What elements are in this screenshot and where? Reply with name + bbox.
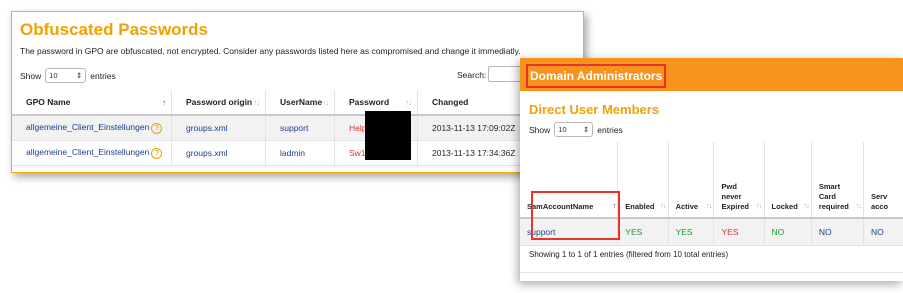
gpo-name-link[interactable]: allgemeine_Client_Einstellungen — [26, 122, 149, 132]
sort-asc-icon: ↑ — [162, 98, 166, 107]
entries-select-value: 10 — [49, 71, 58, 80]
smart-card-required-cell: NO — [811, 218, 864, 246]
entries-select[interactable]: 10 ⇕ — [554, 122, 594, 137]
password-origin-cell: groups.xml — [171, 115, 266, 141]
samaccountname-highlight-box — [531, 191, 620, 240]
show-label: Show — [529, 124, 551, 135]
enabled-cell: YES — [617, 218, 669, 246]
column-header-pwd-never-expired[interactable]: Pwd never Expired ↑↓ — [713, 142, 765, 219]
locked-cell: NO — [764, 218, 812, 246]
column-header-locked[interactable]: Locked ↑↓ — [764, 142, 812, 219]
gpo-name-link[interactable]: allgemeine_Client_Einstellungen — [26, 147, 149, 157]
sort-icon: ↑↓ — [855, 201, 861, 210]
username-cell: support — [265, 115, 335, 141]
show-entries: Show 10 ⇕ entries — [529, 122, 623, 137]
table-info-footer: Showing 1 to 1 of 1 entries (filtered fr… — [529, 250, 729, 259]
column-header-service-account[interactable]: Serv acco — [863, 142, 903, 219]
entries-label: entries — [90, 70, 116, 81]
show-label: Show — [20, 70, 42, 81]
gpo-name-cell: allgemeine_Client_Einstellungen? — [12, 115, 172, 141]
entries-label: entries — [597, 124, 623, 135]
panel-title: Obfuscated Passwords — [20, 20, 209, 39]
select-arrows-icon: ⇕ — [582, 125, 590, 134]
entries-select-value: 10 — [558, 125, 567, 134]
column-header-active[interactable]: Active ↑↓ — [668, 142, 715, 219]
table-header-row: GPO Name ↑ Password origin ↑↓ UserName ↑… — [12, 90, 583, 116]
select-arrows-icon: ⇕ — [75, 71, 83, 80]
column-header-smart-card-required[interactable]: Smart Card required ↑↓ — [811, 142, 864, 219]
entries-select[interactable]: 10 ⇕ — [45, 68, 87, 83]
sort-icon: ↑↓ — [322, 98, 329, 107]
sort-icon: ↑↓ — [660, 201, 666, 210]
obfuscated-passwords-panel: Obfuscated Passwords The password in GPO… — [11, 11, 584, 173]
help-icon[interactable]: ? — [151, 147, 163, 159]
gpo-password-table: GPO Name ↑ Password origin ↑↓ UserName ↑… — [12, 90, 583, 166]
sort-icon: ↑↓ — [803, 201, 809, 210]
help-icon[interactable]: ? — [151, 122, 163, 134]
table-row: allgemeine_Client_Einstellungen? groups.… — [12, 140, 583, 166]
active-cell: YES — [668, 218, 715, 246]
panel-description: The password in GPO are obfuscated, not … — [20, 46, 521, 56]
column-header-gpo-name[interactable]: GPO Name ↑ — [12, 90, 172, 116]
sort-icon: ↑↓ — [705, 201, 712, 210]
panel-header: Domain Administrators — [520, 58, 903, 91]
sort-icon: ↑↓ — [405, 98, 412, 107]
panel-title: Domain Administrators — [526, 64, 667, 88]
show-entries: Show 10 ⇕ entries — [20, 68, 116, 83]
domain-administrators-panel: Domain Administrators Direct User Member… — [520, 58, 903, 281]
column-header-password-origin[interactable]: Password origin ↑↓ — [171, 90, 266, 116]
divider — [520, 272, 903, 273]
sort-icon: ↑↓ — [253, 98, 260, 107]
table-row: allgemeine_Client_Einstellungen? groups.… — [12, 115, 583, 141]
service-account-cell: NO — [863, 218, 903, 246]
sort-icon: ↑↓ — [756, 201, 762, 210]
column-header-enabled[interactable]: Enabled ↑↓ — [617, 142, 669, 219]
gpo-name-cell: allgemeine_Client_Einstellungen? — [12, 140, 172, 166]
password-redaction-box — [365, 111, 411, 160]
search-label: Search: — [457, 70, 487, 80]
pwd-never-expired-cell: YES — [713, 218, 765, 246]
column-header-username[interactable]: UserName ↑↓ — [265, 90, 335, 116]
username-cell: ladmin — [265, 140, 335, 166]
password-origin-cell: groups.xml — [171, 140, 266, 166]
section-title: Direct User Members — [529, 102, 660, 117]
